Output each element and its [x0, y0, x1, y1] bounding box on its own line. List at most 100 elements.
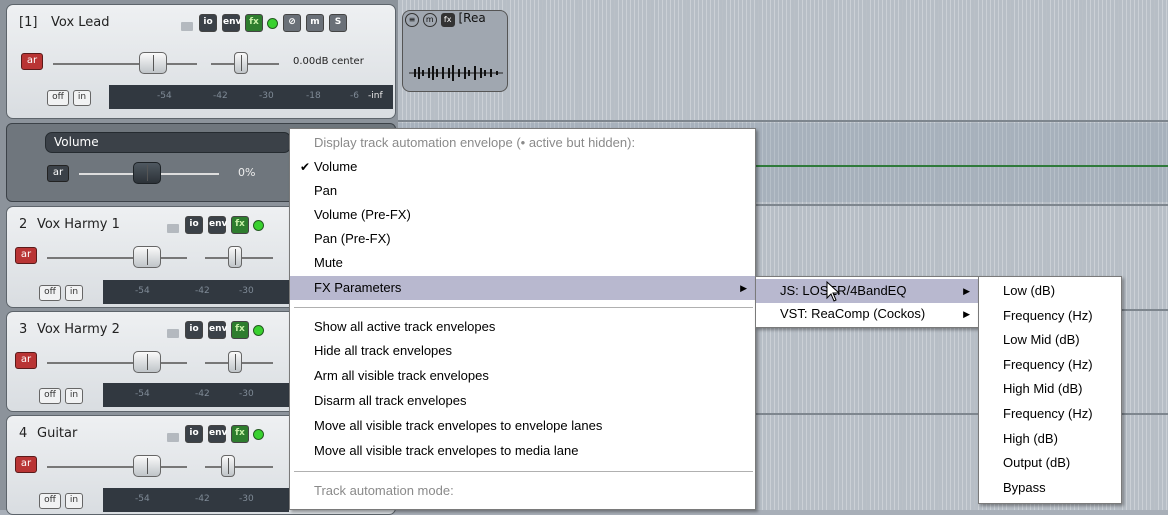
phase-button[interactable]: ⊘	[283, 14, 301, 32]
envelope-name[interactable]: Volume	[45, 132, 291, 153]
mute-button[interactable]: m	[306, 14, 324, 32]
menu-header-envelopes: Display track automation envelope (• act…	[314, 135, 636, 150]
level-meter: -54 -42 -30 -18 -6 -inf	[109, 85, 393, 109]
track-panel-1[interactable]: [1] Vox Lead io env fx ⊘ m S ar 0.00dB c…	[6, 4, 396, 119]
menu-item-move-to-media-lane[interactable]: Move all visible track envelopes to medi…	[290, 439, 755, 463]
input-button[interactable]: in	[65, 388, 83, 404]
menu-item-mute[interactable]: Mute	[290, 251, 755, 275]
pan-knob[interactable]	[228, 246, 242, 268]
env-button[interactable]: env	[208, 425, 227, 443]
env-button[interactable]: env	[222, 14, 241, 32]
folder-icon[interactable]	[167, 329, 179, 338]
menu-item-hide-all[interactable]: Hide all track envelopes	[290, 339, 755, 363]
track-name[interactable]: Vox Harmy 2	[37, 322, 120, 337]
volume-fader-knob[interactable]	[139, 52, 167, 74]
item-notes-icon[interactable]: ≡	[405, 13, 419, 27]
param-frequency-1[interactable]: Frequency (Hz)	[979, 304, 1121, 328]
arm-record-button[interactable]: ar	[15, 247, 37, 264]
arm-record-button[interactable]: ar	[15, 456, 37, 473]
fx-button[interactable]: fx	[231, 321, 249, 339]
level-meter: -54 -42 -30	[103, 383, 289, 407]
envelope-arm-button[interactable]: ar	[47, 165, 69, 182]
fx-parameter-submenu: Low (dB) Frequency (Hz) Low Mid (dB) Fre…	[978, 276, 1122, 504]
menu-item-arm-all-visible[interactable]: Arm all visible track envelopes	[290, 364, 755, 388]
record-monitor-off-button[interactable]: off	[39, 493, 61, 509]
fx-button[interactable]: fx	[231, 425, 249, 443]
item-fx-icon[interactable]: fx	[440, 13, 455, 27]
param-low-mid-db[interactable]: Low Mid (dB)	[979, 328, 1121, 352]
folder-icon[interactable]	[181, 22, 193, 31]
waveform	[409, 65, 503, 81]
submenu-item-reacomp[interactable]: VST: ReaComp (Cockos) ▶	[756, 302, 978, 326]
pan-fader-track	[205, 466, 273, 468]
track-number: 3	[19, 322, 28, 337]
submenu-arrow-icon: ▶	[963, 309, 970, 319]
fx-button[interactable]: fx	[231, 216, 249, 234]
envelope-value: 0%	[238, 166, 256, 179]
track-number: [1]	[19, 15, 38, 30]
fx-enabled-led[interactable]	[267, 18, 278, 29]
item-mute-icon[interactable]: m	[422, 13, 437, 27]
level-meter: -54 -42 -30	[103, 488, 289, 512]
arm-record-button[interactable]: ar	[15, 352, 37, 369]
fx-submenu: JS: LOSER/4BandEQ ▶ VST: ReaComp (Cockos)…	[755, 276, 979, 328]
record-monitor-off-button[interactable]: off	[47, 90, 69, 106]
submenu-arrow-icon: ▶	[740, 283, 747, 293]
fx-enabled-led[interactable]	[253, 325, 264, 336]
volume-fader-knob[interactable]	[133, 246, 161, 268]
record-monitor-off-button[interactable]: off	[39, 388, 61, 404]
param-bypass[interactable]: Bypass	[979, 476, 1121, 500]
io-button[interactable]: io	[199, 14, 217, 32]
track-name[interactable]: Vox Lead	[51, 15, 110, 30]
volume-pan-readout: 0.00dB center	[293, 56, 364, 67]
volume-fader-track	[47, 257, 187, 259]
fx-button[interactable]: fx	[245, 14, 263, 32]
folder-icon[interactable]	[167, 224, 179, 233]
menu-item-fx-parameters[interactable]: FX Parameters ▶	[290, 276, 755, 300]
fx-enabled-led[interactable]	[253, 429, 264, 440]
solo-button[interactable]: S	[329, 14, 347, 32]
param-high-db[interactable]: High (dB)	[979, 427, 1121, 451]
media-item[interactable]: ≡ m fx [Rea	[402, 10, 508, 92]
param-frequency-2[interactable]: Frequency (Hz)	[979, 353, 1121, 377]
arm-record-button[interactable]: ar	[21, 53, 43, 70]
fx-enabled-led[interactable]	[253, 220, 264, 231]
param-low-db[interactable]: Low (dB)	[979, 279, 1121, 303]
io-button[interactable]: io	[185, 216, 203, 234]
param-frequency-3[interactable]: Frequency (Hz)	[979, 402, 1121, 426]
pan-knob[interactable]	[228, 351, 242, 373]
pan-knob[interactable]	[221, 455, 235, 477]
menu-item-move-to-envelope-lanes[interactable]: Move all visible track envelopes to enve…	[290, 414, 755, 438]
volume-fader-track	[53, 63, 197, 65]
env-button[interactable]: env	[208, 321, 227, 339]
volume-fader-knob[interactable]	[133, 351, 161, 373]
input-button[interactable]: in	[65, 493, 83, 509]
io-button[interactable]: io	[185, 425, 203, 443]
pan-knob[interactable]	[234, 52, 248, 74]
track-number: 2	[19, 217, 28, 232]
folder-icon[interactable]	[167, 433, 179, 442]
record-monitor-off-button[interactable]: off	[39, 285, 61, 301]
track-name[interactable]: Vox Harmy 1	[37, 217, 120, 232]
io-button[interactable]: io	[185, 321, 203, 339]
mouse-cursor-icon	[826, 281, 841, 302]
level-meter: -54 -42 -30	[103, 280, 289, 304]
submenu-arrow-icon: ▶	[963, 286, 970, 296]
menu-item-pan-prefx[interactable]: Pan (Pre-FX)	[290, 227, 755, 251]
menu-item-pan[interactable]: Pan	[290, 179, 755, 203]
volume-envelope-line[interactable]	[740, 165, 1168, 167]
track-number: 4	[19, 426, 28, 441]
volume-fader-knob[interactable]	[133, 455, 161, 477]
submenu-item-loser-4bandeq[interactable]: JS: LOSER/4BandEQ ▶	[756, 279, 978, 303]
menu-item-show-all-active[interactable]: Show all active track envelopes	[290, 315, 755, 339]
envelope-fader-knob[interactable]	[133, 162, 161, 184]
input-button[interactable]: in	[65, 285, 83, 301]
env-button[interactable]: env	[208, 216, 227, 234]
track-name[interactable]: Guitar	[37, 426, 77, 441]
input-button[interactable]: in	[73, 90, 91, 106]
menu-item-volume[interactable]: ✔ Volume	[290, 155, 755, 179]
menu-item-volume-prefx[interactable]: Volume (Pre-FX)	[290, 203, 755, 227]
param-high-mid-db[interactable]: High Mid (dB)	[979, 377, 1121, 401]
param-output-db[interactable]: Output (dB)	[979, 451, 1121, 475]
menu-item-disarm-all[interactable]: Disarm all track envelopes	[290, 389, 755, 413]
